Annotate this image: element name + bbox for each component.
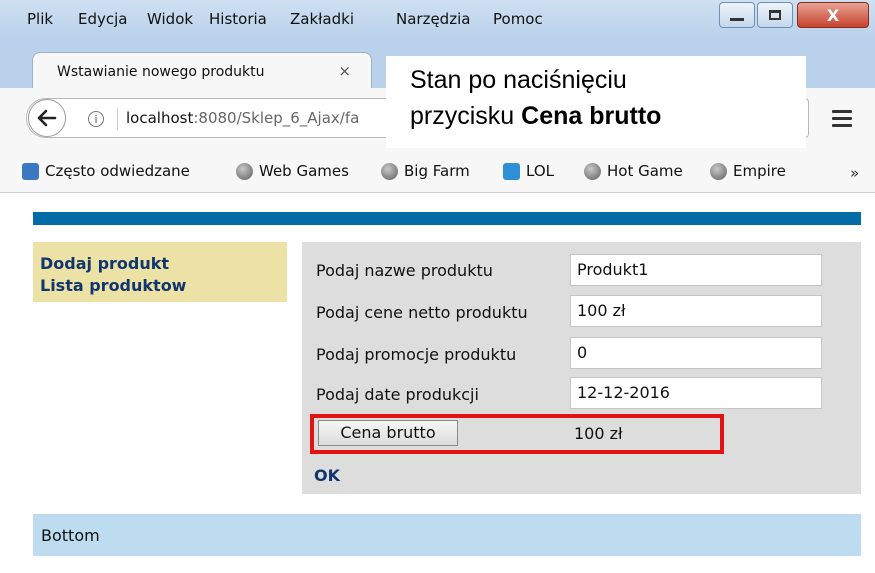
menu-historia[interactable]: Historia	[209, 10, 267, 28]
menu-pomoc[interactable]: Pomoc	[493, 10, 543, 28]
bookmark-label: Web Games	[259, 162, 349, 180]
date-label: Podaj date produkcji	[316, 385, 479, 404]
callout-line2: przycisku Cena brutto	[410, 102, 661, 131]
net-price-input[interactable]: 100 zł	[570, 295, 822, 327]
globe-icon	[584, 162, 601, 180]
date-input[interactable]: 12-12-2016	[570, 377, 822, 409]
globe-icon	[381, 162, 398, 180]
maximize-button[interactable]	[757, 2, 793, 28]
lol-icon	[503, 162, 520, 180]
bookmark-label: LOL	[526, 162, 554, 180]
promo-label: Podaj promocje produktu	[316, 345, 517, 364]
url-host: localhost	[126, 109, 194, 127]
close-icon: X	[826, 5, 840, 25]
name-label: Podaj nazwe produktu	[316, 261, 493, 280]
url-text[interactable]: localhost:8080/Sklep_6_Ajax/fa	[126, 109, 359, 127]
maximize-icon	[769, 10, 781, 20]
annotation-callout: Stan po naciśnięciu przycisku Cena brutt…	[386, 56, 806, 148]
page-header-bar	[33, 212, 861, 225]
hamburger-menu-icon[interactable]	[832, 110, 852, 131]
url-separator	[117, 108, 118, 130]
menu-zakladki[interactable]: Zakładki	[290, 10, 354, 28]
browser-window: Plik Edycja Widok Historia Zakładki Narz…	[0, 0, 875, 573]
back-button[interactable]	[28, 99, 66, 137]
minimize-button[interactable]	[719, 2, 755, 28]
menu-plik[interactable]: Plik	[27, 10, 53, 28]
url-path: :8080/Sklep_6_Ajax/fa	[193, 109, 360, 127]
bookmark-folder-icon	[22, 162, 39, 180]
menu-narzedzia[interactable]: Narzędzia	[396, 10, 470, 28]
page-footer: Bottom	[33, 514, 861, 556]
bookmark-czesto-odwiedzane[interactable]: Często odwiedzane	[22, 162, 190, 180]
bookmark-web-games[interactable]: Web Games	[236, 162, 349, 180]
info-icon[interactable]: i	[88, 111, 104, 127]
side-menu: Dodaj produkt Lista produktow	[33, 242, 287, 302]
menu-bar: Plik Edycja Widok Historia Zakładki Narz…	[0, 0, 875, 40]
bookmark-lol[interactable]: LOL	[503, 162, 554, 180]
product-form: Podaj nazwe produktu Produkt1 Podaj cene…	[302, 242, 861, 494]
globe-icon	[236, 162, 253, 180]
menu-edycja[interactable]: Edycja	[78, 10, 127, 28]
globe-icon	[710, 162, 727, 180]
net-price-label: Podaj cene netto produktu	[316, 303, 528, 322]
tab-close-icon[interactable]: ×	[338, 62, 351, 80]
callout-line2-bold: Cena brutto	[521, 102, 662, 130]
bookmark-label: Empire	[733, 162, 786, 180]
callout-line1: Stan po naciśnięciu	[410, 66, 627, 94]
bookmark-label: Hot Game	[607, 162, 683, 180]
bookmark-label: Często odwiedzane	[45, 162, 190, 180]
bookmark-empire[interactable]: Empire	[710, 162, 786, 180]
footer-text: Bottom	[41, 526, 100, 545]
callout-line2-prefix: przycisku	[410, 102, 522, 130]
bookmarks-bar: Często odwiedzane Web Games Big Farm LOL…	[0, 152, 875, 193]
page-content: Dodaj produkt Lista produktow Podaj nazw…	[0, 193, 875, 573]
link-dodaj-produkt[interactable]: Dodaj produkt	[40, 254, 169, 273]
tab-active[interactable]: Wstawianie nowego produktu ×	[32, 52, 372, 90]
gross-price-value: 100 zł	[574, 424, 623, 443]
back-arrow-icon	[37, 109, 57, 127]
ok-link[interactable]: OK	[314, 466, 340, 485]
bookmark-label: Big Farm	[404, 162, 470, 180]
bookmark-hot-game[interactable]: Hot Game	[584, 162, 683, 180]
menu-widok[interactable]: Widok	[147, 10, 193, 28]
promo-input[interactable]: 0	[570, 337, 822, 369]
tab-title: Wstawianie nowego produktu	[57, 64, 265, 80]
bookmark-big-farm[interactable]: Big Farm	[381, 162, 470, 180]
bookmarks-overflow-icon[interactable]: »	[850, 164, 859, 182]
name-input[interactable]: Produkt1	[570, 254, 822, 286]
close-window-button[interactable]: X	[797, 2, 869, 28]
link-lista-produktow[interactable]: Lista produktow	[40, 276, 186, 295]
gross-price-button[interactable]: Cena brutto	[318, 420, 458, 446]
minimize-icon	[730, 17, 744, 21]
